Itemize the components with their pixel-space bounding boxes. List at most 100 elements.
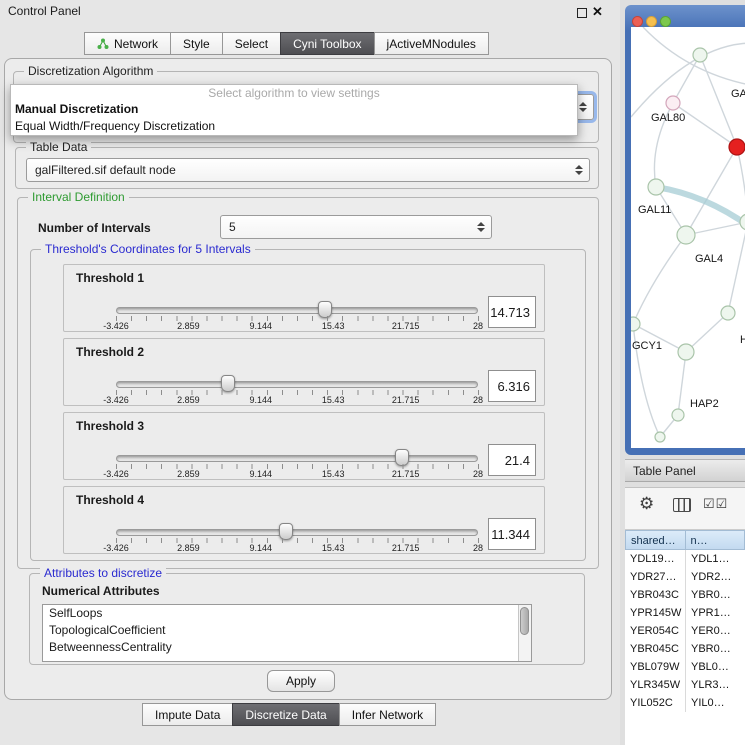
- close-traffic-light-icon[interactable]: [632, 16, 643, 27]
- dropdown-option-manual-discretization[interactable]: Manual Discretization: [11, 101, 577, 118]
- node-label-gal80: GAL80: [651, 112, 685, 124]
- tab-label: Discretize Data: [245, 708, 326, 722]
- slider-tick-labels: -3.4262.8599.14415.4321.71528: [116, 543, 478, 554]
- threshold-3-slider[interactable]: -3.4262.8599.14415.4321.71528: [116, 413, 478, 481]
- network-node-gal80[interactable]: [666, 96, 680, 110]
- table-body: YDL19…YDL1…YDR27…YDR2…YBR043CYBR0…YPR145…: [625, 550, 745, 712]
- slider-track[interactable]: [116, 455, 478, 462]
- network-node[interactable]: [655, 432, 665, 442]
- zoom-traffic-light-icon[interactable]: [660, 16, 671, 27]
- tick-label: -3.426: [103, 395, 129, 405]
- table-row[interactable]: YDL19…YDL1…: [625, 550, 745, 568]
- table-cell: YBL0…: [686, 658, 745, 676]
- dropdown-option-equal-width-frequency[interactable]: Equal Width/Frequency Discretization: [11, 118, 577, 135]
- minimize-traffic-light-icon[interactable]: [646, 16, 657, 27]
- select-columns-checkboxes-icon[interactable]: ☑☑: [703, 496, 728, 512]
- threshold-2-panel: Threshold 2 -3.4262.8599.14415.4321.7152…: [63, 338, 545, 406]
- network-node[interactable]: [740, 214, 745, 230]
- tick-label: 15.43: [322, 395, 345, 405]
- tab-network[interactable]: Network: [84, 32, 171, 55]
- table-row[interactable]: YLR345WYLR3…: [625, 676, 745, 694]
- close-icon[interactable]: ✕: [592, 4, 603, 20]
- table-cell: YER0…: [686, 622, 745, 640]
- group-title: Discretization Algorithm: [24, 64, 157, 78]
- bottom-tab-bar: Impute Data Discretize Data Infer Networ…: [143, 703, 436, 726]
- list-item[interactable]: SelfLoops: [43, 605, 531, 622]
- dropdown-placeholder: Select algorithm to view settings: [11, 85, 577, 101]
- list-item[interactable]: TopologicalCoefficient: [43, 622, 531, 639]
- node-label-gal4: GAL4: [695, 253, 723, 265]
- threshold-value-field[interactable]: 11.344: [488, 518, 536, 550]
- slider-track[interactable]: [116, 381, 478, 388]
- slider-tick-labels: -3.4262.8599.14415.4321.71528: [116, 469, 478, 480]
- table-panel-header: Table Panel: [625, 459, 745, 482]
- column-header-name[interactable]: n…: [686, 530, 745, 550]
- threshold-value-field[interactable]: 6.316: [488, 370, 536, 402]
- tab-jactivemnodules[interactable]: jActiveMNodules: [374, 32, 489, 55]
- table-cell: YLR345W: [625, 676, 686, 694]
- table-row[interactable]: YDR27…YDR2…: [625, 568, 745, 586]
- table-data-combobox[interactable]: galFiltered.sif default node: [26, 158, 590, 182]
- network-node-gal11[interactable]: [648, 179, 664, 195]
- tab-select[interactable]: Select: [222, 32, 281, 55]
- apply-button[interactable]: Apply: [267, 670, 335, 692]
- table-row[interactable]: YBR043CYBR0…: [625, 586, 745, 604]
- threshold-value-field[interactable]: 14.713: [488, 296, 536, 328]
- thresholds-group: Threshold's Coordinates for 5 Intervals …: [30, 249, 586, 561]
- tick-label: 2.859: [177, 469, 200, 479]
- table-cell: YBR0…: [686, 586, 745, 604]
- tab-label: Network: [114, 37, 158, 51]
- network-node-gcy1[interactable]: [631, 317, 640, 331]
- table-cell: YDR27…: [625, 568, 686, 586]
- columns-icon[interactable]: [673, 498, 691, 512]
- threshold-4-slider[interactable]: -3.4262.8599.14415.4321.71528: [116, 487, 478, 555]
- tab-label: Impute Data: [155, 708, 220, 722]
- network-canvas[interactable]: GAL80 GA GAL11 GAL4 GCY1 H HAP2: [631, 27, 745, 448]
- network-node-selected[interactable]: [729, 139, 745, 155]
- gear-icon[interactable]: ⚙: [639, 494, 654, 514]
- top-tab-bar: Network Style Select Cyni Toolbox jActiv…: [85, 32, 489, 55]
- table-cell: YBL079W: [625, 658, 686, 676]
- threshold-value-field[interactable]: 21.4: [488, 444, 536, 476]
- network-node-hap2[interactable]: [672, 409, 684, 421]
- table-cell: YBR0…: [686, 640, 745, 658]
- group-title: Threshold's Coordinates for 5 Intervals: [41, 242, 255, 256]
- scrollbar-thumb[interactable]: [520, 607, 529, 635]
- column-header-shared-name[interactable]: shared…: [625, 530, 686, 550]
- tick-label: 28: [473, 321, 483, 331]
- tab-impute-data[interactable]: Impute Data: [142, 703, 233, 726]
- table-row[interactable]: YBR045CYBR0…: [625, 640, 745, 658]
- tab-infer-network[interactable]: Infer Network: [339, 703, 436, 726]
- table-row[interactable]: YPR145WYPR1…: [625, 604, 745, 622]
- tab-cyni-toolbox[interactable]: Cyni Toolbox: [280, 32, 374, 55]
- slider-track[interactable]: [116, 529, 478, 536]
- threshold-2-slider[interactable]: -3.4262.8599.14415.4321.71528: [116, 339, 478, 407]
- float-window-icon[interactable]: [577, 8, 587, 18]
- threshold-1-panel: Threshold 1 -3.4262.8599.14415.4321.7152…: [63, 264, 545, 332]
- table-cell: YPR1…: [686, 604, 745, 622]
- algorithm-dropdown-popup: Select algorithm to view settings Manual…: [10, 84, 578, 136]
- network-node[interactable]: [678, 344, 694, 360]
- tab-style[interactable]: Style: [170, 32, 223, 55]
- table-row[interactable]: YIL052CYIL0…: [625, 694, 745, 712]
- cyni-toolbox-panel: Discretization Algorithm Table Data galF…: [4, 58, 612, 700]
- network-node[interactable]: [721, 306, 735, 320]
- tick-label: 2.859: [177, 321, 200, 331]
- table-row[interactable]: YER054CYER0…: [625, 622, 745, 640]
- network-node-gal4[interactable]: [677, 226, 695, 244]
- list-scrollbar[interactable]: [518, 605, 531, 661]
- list-item[interactable]: BetweennessCentrality: [43, 639, 531, 656]
- num-intervals-combobox[interactable]: 5: [220, 215, 492, 239]
- control-panel-titlebar: Control Panel ✕: [0, 0, 620, 24]
- tick-label: 21.715: [392, 395, 420, 405]
- table-cell: YDR2…: [686, 568, 745, 586]
- tick-label: 2.859: [177, 543, 200, 553]
- table-row[interactable]: YBL079WYBL0…: [625, 658, 745, 676]
- tick-label: 9.144: [250, 321, 273, 331]
- network-node[interactable]: [693, 48, 707, 62]
- tick-label: 21.715: [392, 469, 420, 479]
- threshold-1-slider[interactable]: -3.4262.8599.14415.4321.71528: [116, 265, 478, 333]
- slider-track[interactable]: [116, 307, 478, 314]
- tab-discretize-data[interactable]: Discretize Data: [232, 703, 339, 726]
- tick-label: 21.715: [392, 321, 420, 331]
